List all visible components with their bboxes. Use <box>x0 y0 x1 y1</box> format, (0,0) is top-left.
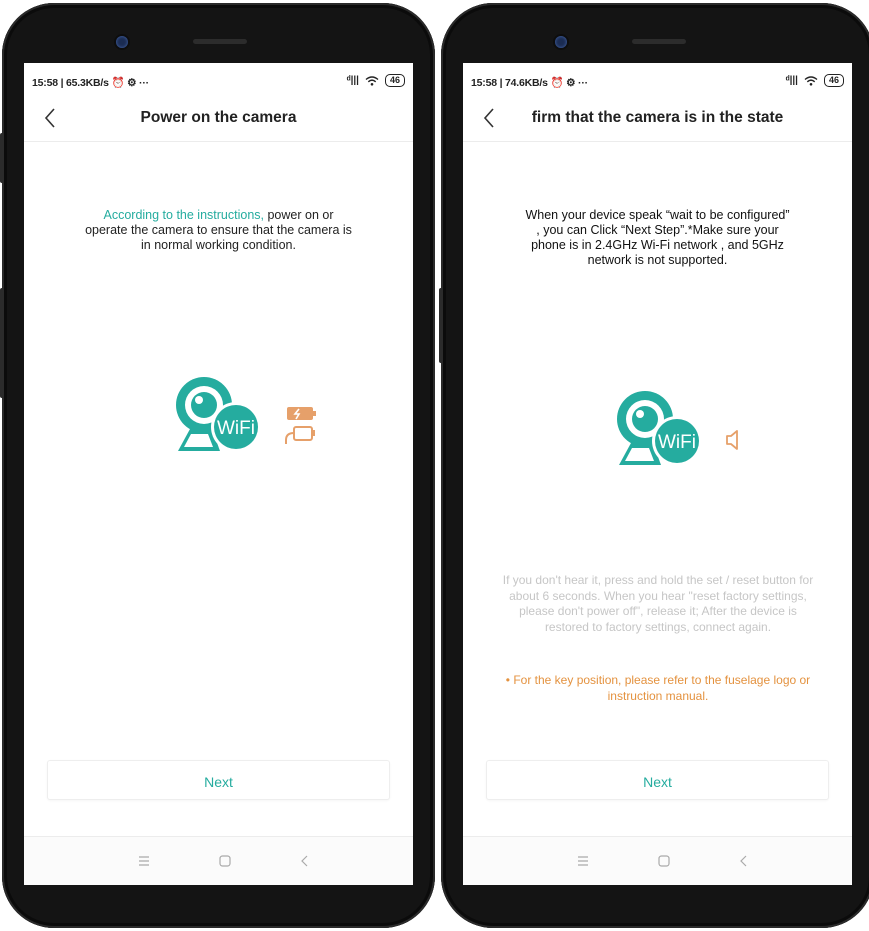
battery-indicator: 46 <box>384 74 405 87</box>
instructions: When your device speak “wait to be confi… <box>525 208 790 267</box>
volume-button <box>0 133 4 183</box>
status-bar: 15:58 | 74.6KB/s ⏰ ⚙ ··· ᵈ||| 46 <box>463 63 852 97</box>
triangle-back-icon[interactable] <box>296 852 314 870</box>
side-button <box>439 288 443 363</box>
menu-icon[interactable] <box>574 852 592 870</box>
screen: 15:58 | 65.3KB/s ⏰ ⚙ ··· ᵈ||| 46 Power o… <box>24 63 413 885</box>
system-nav-bar <box>463 836 852 885</box>
screen: 15:58 | 74.6KB/s ⏰ ⚙ ··· ᵈ||| 46 firm th… <box>463 63 852 885</box>
side-button <box>0 288 4 398</box>
wifi-badge-text: WiFi <box>217 418 255 439</box>
home-icon[interactable] <box>216 852 234 870</box>
chevron-left-icon[interactable] <box>38 105 64 131</box>
status-left-text: 15:58 | 65.3KB/s ⏰ ⚙ ··· <box>32 77 149 89</box>
page-title: firm that the camera is in the state <box>531 109 784 126</box>
status-left-text: 15:58 | 74.6KB/s ⏰ ⚙ ··· <box>471 77 588 89</box>
front-camera <box>555 36 567 48</box>
battery-indicator: 46 <box>823 74 844 87</box>
signal-icon: ᵈ||| <box>785 75 798 86</box>
next-button[interactable]: Next <box>47 760 390 800</box>
status-right: ᵈ||| 46 <box>347 74 405 87</box>
power-plug-icon <box>285 407 316 444</box>
home-icon[interactable] <box>655 852 673 870</box>
speaker-icon <box>726 430 738 450</box>
camera-wifi-icon: WiFi <box>617 391 702 466</box>
earpiece <box>632 39 686 44</box>
menu-icon[interactable] <box>135 852 153 870</box>
wifi-icon <box>804 75 818 86</box>
signal-icon: ᵈ||| <box>346 75 359 86</box>
wifi-badge-text: WiFi <box>658 432 696 453</box>
system-nav-bar <box>24 836 413 885</box>
page-title: Power on the camera <box>140 109 297 126</box>
key-position-note: • For the key position, please refer to … <box>505 673 811 703</box>
chevron-left-icon[interactable] <box>477 105 503 131</box>
nav-bar: firm that the camera is in the state <box>463 97 852 142</box>
reset-hint: If you don't hear it, press and hold the… <box>502 573 814 634</box>
front-camera <box>116 36 128 48</box>
nav-bar: Power on the camera <box>24 97 413 142</box>
wifi-icon <box>365 75 379 86</box>
camera-wifi-icon: WiFi <box>176 377 261 452</box>
next-button[interactable]: Next <box>486 760 829 800</box>
earpiece <box>193 39 247 44</box>
status-right: ᵈ||| 46 <box>786 74 844 87</box>
instructions: According to the instructions, power on … <box>84 208 353 253</box>
phone-left: 15:58 | 65.3KB/s ⏰ ⚙ ··· ᵈ||| 46 Power o… <box>0 3 435 928</box>
instructions-link[interactable]: According to the instructions, <box>104 208 265 222</box>
phone-right: 15:58 | 74.6KB/s ⏰ ⚙ ··· ᵈ||| 46 firm th… <box>439 3 869 928</box>
status-bar: 15:58 | 65.3KB/s ⏰ ⚙ ··· ᵈ||| 46 <box>24 63 413 97</box>
triangle-back-icon[interactable] <box>735 852 753 870</box>
